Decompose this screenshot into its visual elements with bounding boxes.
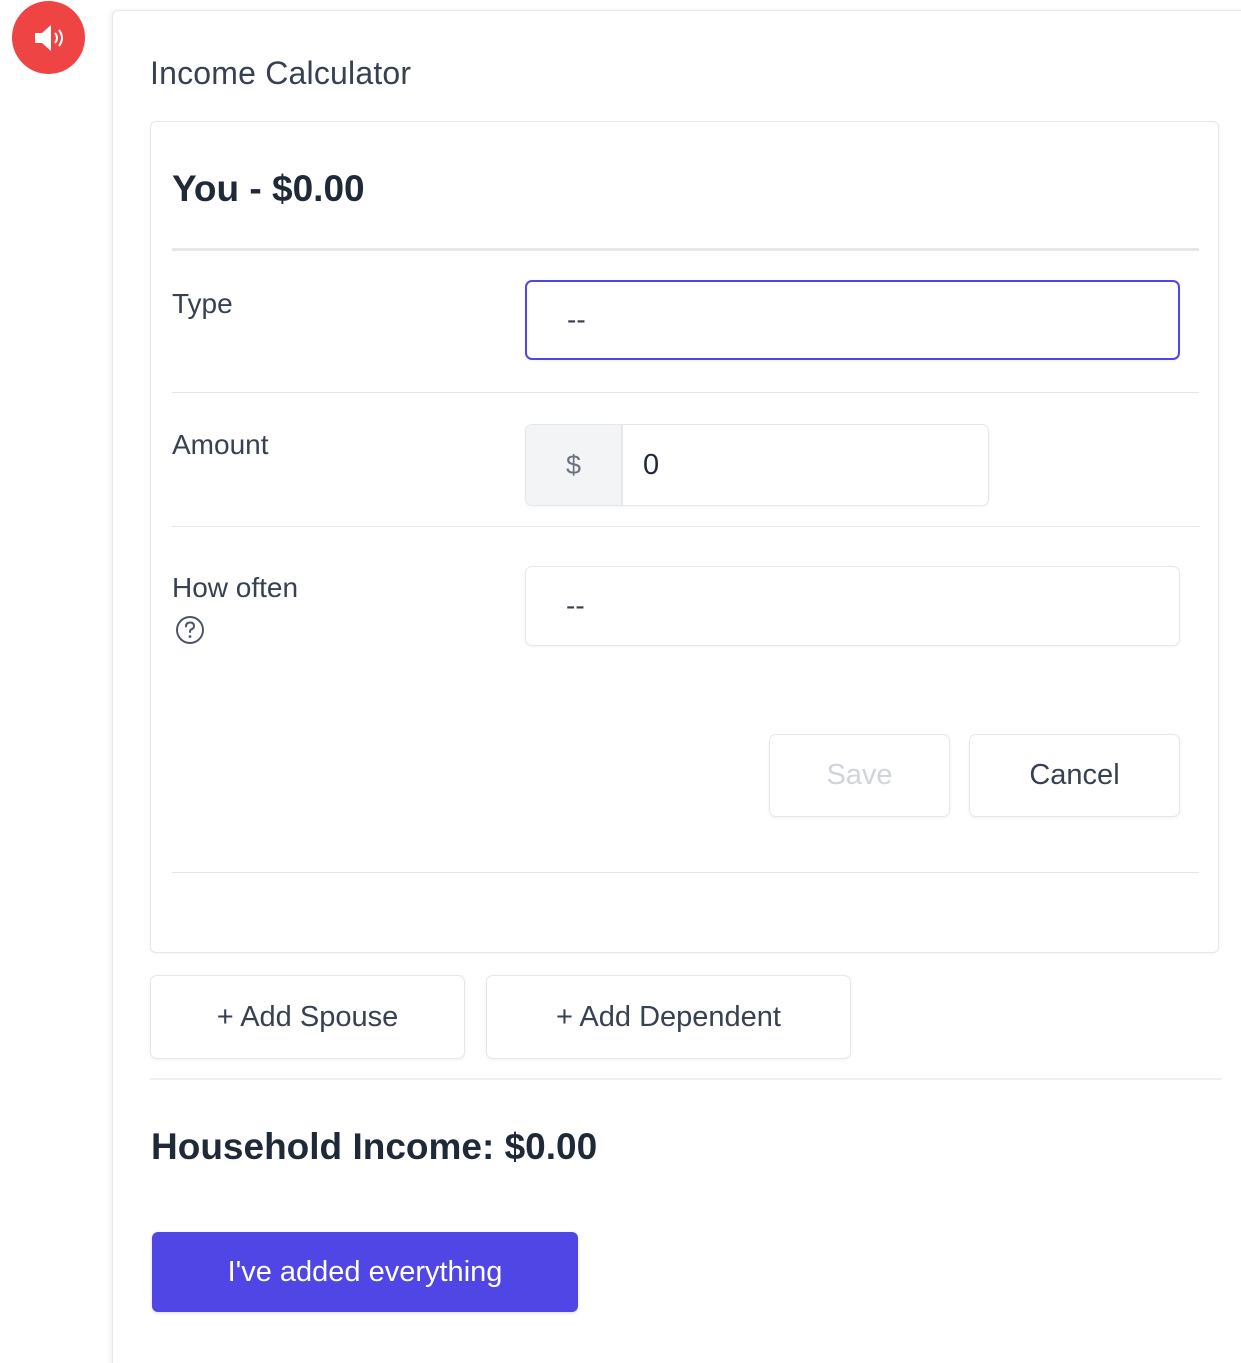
amount-label: Amount	[172, 429, 269, 460]
page: Income Calculator You - $0.00 Type -- Am…	[0, 0, 1241, 1363]
row-divider	[172, 392, 1199, 393]
type-select[interactable]: --	[525, 280, 1180, 360]
income-card: You - $0.00 Type -- Amount $ 0 How often…	[150, 121, 1219, 953]
type-select-value: --	[567, 304, 586, 335]
amount-input[interactable]: 0	[623, 425, 988, 505]
section-divider	[150, 1078, 1222, 1080]
added-everything-button[interactable]: I've added everything	[152, 1232, 578, 1312]
how-often-select[interactable]: --	[525, 566, 1180, 646]
add-dependent-button[interactable]: + Add Dependent	[486, 975, 851, 1059]
add-spouse-button[interactable]: + Add Spouse	[150, 975, 465, 1059]
household-income: Household Income: $0.00	[151, 1126, 598, 1167]
cancel-button[interactable]: Cancel	[969, 734, 1180, 817]
header-divider	[172, 248, 1199, 251]
help-icon[interactable]	[174, 614, 206, 646]
panel-title: Income Calculator	[150, 55, 412, 91]
type-label: Type	[172, 288, 233, 319]
audio-button[interactable]	[12, 1, 85, 74]
save-button[interactable]: Save	[769, 734, 950, 817]
how-often-label: How often	[172, 572, 299, 603]
speaker-icon	[34, 24, 63, 51]
card-bottom-divider	[172, 872, 1199, 873]
income-calculator-panel: Income Calculator You - $0.00 Type -- Am…	[112, 10, 1241, 1363]
row-divider	[172, 526, 1199, 527]
amount-input-group: $ 0	[525, 424, 989, 506]
currency-prefix: $	[526, 425, 623, 505]
card-header: You - $0.00	[172, 168, 365, 209]
how-often-select-value: --	[566, 590, 585, 621]
